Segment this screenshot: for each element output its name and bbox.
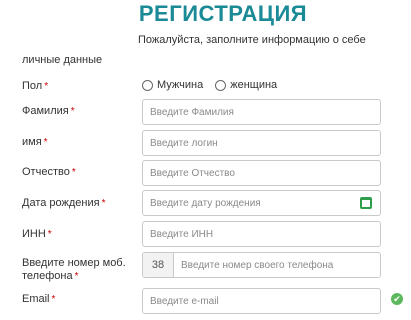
first-name-input[interactable]: Введите логин — [142, 130, 381, 156]
patronymic-label-text: Отчество — [22, 166, 70, 178]
gender-option-female-label: женщина — [230, 79, 278, 91]
first-name-placeholder: Введите логин — [150, 137, 218, 149]
inn-label: ИНН * — [22, 228, 52, 241]
phone-country-code: 38 — [143, 253, 174, 277]
gender-label: Пол * — [22, 80, 48, 93]
radio-button[interactable] — [215, 79, 227, 91]
gender-option-male-label: Мужчина — [157, 79, 204, 91]
gender-label-text: Пол — [22, 80, 43, 92]
required-mark: * — [74, 271, 79, 282]
gender-option-male[interactable]: Мужчина — [142, 79, 203, 91]
phone-label-line2: телефона — [22, 270, 73, 282]
gender-radio-group: Мужчина женщина — [142, 79, 289, 91]
check-circle-icon: ✔ — [391, 293, 403, 305]
inn-placeholder: Введите ИНН — [150, 228, 214, 240]
first-name-label-text: имя — [22, 136, 42, 148]
gender-option-female[interactable]: женщина — [215, 79, 277, 91]
phone-label-line1: Введите номер моб. — [22, 257, 126, 269]
last-name-label: Фамилия * — [22, 105, 75, 118]
last-name-input[interactable]: Введите Фамилия — [142, 99, 381, 125]
radio-button[interactable] — [142, 79, 153, 91]
phone-input[interactable]: 38 Введите номер своего телефона — [142, 252, 381, 278]
email-placeholder: Введите e-mail — [150, 295, 219, 307]
email-label-text: Email — [22, 293, 50, 305]
first-name-label: имя * — [22, 136, 48, 149]
inn-label-text: ИНН — [22, 228, 46, 240]
email-input[interactable]: Введите e-mail — [142, 288, 381, 314]
patronymic-placeholder: Введите Отчество — [150, 167, 235, 179]
phone-placeholder: Введите номер своего телефона — [181, 259, 334, 271]
required-mark: * — [43, 137, 48, 148]
required-mark: * — [47, 229, 52, 240]
required-mark: * — [51, 294, 56, 305]
patronymic-label: Отчество * — [22, 166, 76, 179]
required-mark: * — [71, 167, 76, 178]
inn-input[interactable]: Введите ИНН — [142, 221, 381, 247]
email-label: Email * — [22, 293, 55, 306]
patronymic-input[interactable]: Введите Отчество — [142, 160, 381, 186]
birth-date-placeholder: Введите дату рождения — [150, 197, 261, 209]
page-title: РЕГИСТРАЦИЯ — [138, 1, 308, 26]
phone-label: Введите номер моб. телефона * — [22, 257, 126, 283]
required-mark: * — [44, 81, 49, 92]
last-name-placeholder: Введите Фамилия — [150, 106, 234, 118]
required-mark: * — [101, 198, 106, 209]
birth-date-label: Дата рождения * — [22, 197, 106, 210]
last-name-label-text: Фамилия — [22, 105, 69, 117]
birth-date-input[interactable]: Введите дату рождения — [142, 190, 381, 216]
calendar-icon[interactable] — [360, 197, 372, 209]
required-mark: * — [70, 106, 75, 117]
section-label: личные данные — [22, 54, 103, 66]
page-subtitle: Пожалуйста, заполните информацию о себе — [138, 34, 366, 46]
birth-date-label-text: Дата рождения — [22, 197, 100, 209]
